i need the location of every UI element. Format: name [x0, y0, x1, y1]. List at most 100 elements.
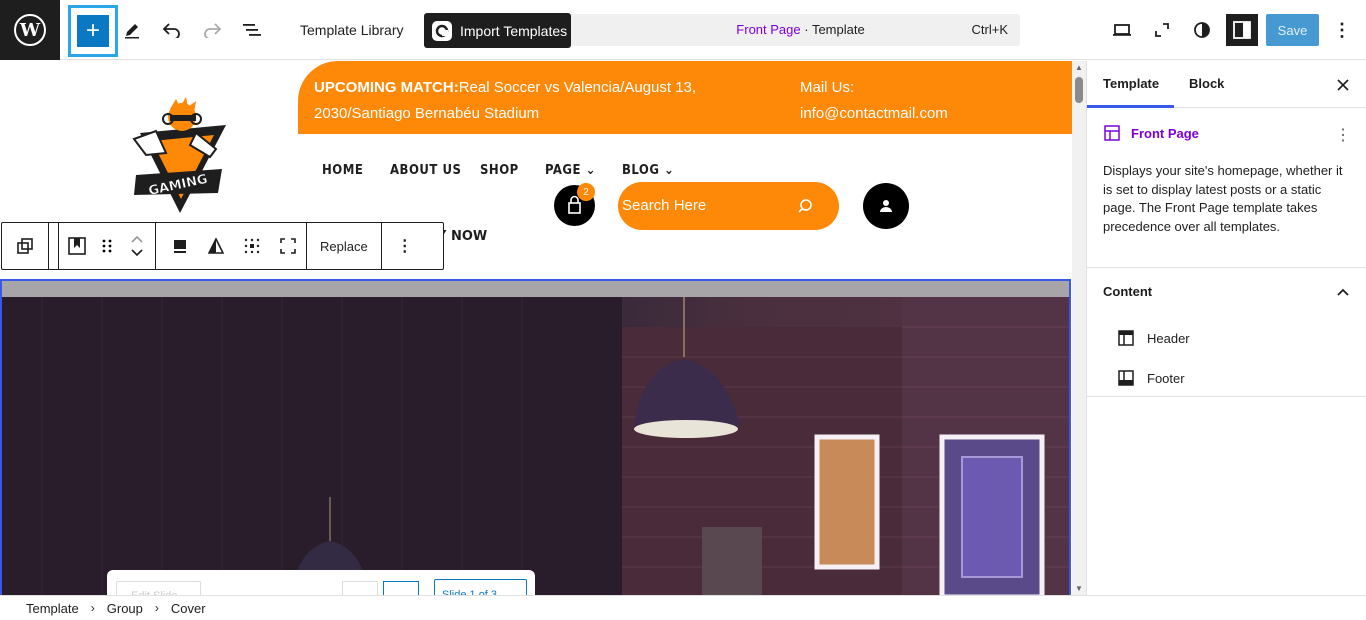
- duotone-icon[interactable]: [198, 223, 234, 269]
- nav-blog[interactable]: BLOG ⌄: [622, 163, 674, 178]
- import-logo-icon: [432, 20, 452, 41]
- nav-page-label: PAGE: [545, 163, 582, 178]
- mail-label: Mail Us:: [800, 79, 855, 96]
- editor-canvas[interactable]: UPCOMING MATCH:Real Soccer vs Valencia/A…: [0, 61, 1072, 595]
- block-toolbar-parent-group: [2, 223, 49, 269]
- sidebar-tabs: Template Block: [1087, 61, 1366, 108]
- document-type: Template: [811, 22, 865, 37]
- scroll-down-arrow-icon[interactable]: ▼: [1075, 584, 1083, 593]
- active-tab-indicator: [1087, 105, 1174, 108]
- next-slide-button[interactable]: [383, 581, 419, 595]
- nav-home[interactable]: HOME: [322, 163, 363, 178]
- svg-text:W: W: [19, 20, 41, 41]
- import-templates-label: Import Templates: [460, 22, 568, 39]
- nav-about-us[interactable]: ABOUT US: [390, 163, 461, 178]
- room-illustration: [2, 297, 1069, 595]
- slide-controls-bar: Edit Slide Slide 1 of 3: [107, 570, 535, 595]
- document-title: Front Page · Template: [571, 22, 1020, 37]
- search-placeholder: Search Here: [622, 197, 707, 214]
- user-icon: [880, 200, 892, 212]
- block-toolbar: Replace ⋮: [1, 222, 444, 270]
- command-palette-bar[interactable]: Front Page · Template Ctrl+K: [571, 14, 1020, 46]
- close-icon[interactable]: [1331, 73, 1355, 97]
- editor-top-bar: W + Template Library Import Templates Fr…: [0, 0, 1366, 60]
- nav-page[interactable]: PAGE ⌄: [545, 163, 596, 178]
- template-actions-icon[interactable]: ⋮: [1331, 123, 1355, 147]
- select-parent-icon[interactable]: [2, 223, 48, 269]
- nav-blog-label: BLOG: [622, 163, 660, 178]
- tab-block[interactable]: Block: [1189, 76, 1224, 91]
- fullscreen-icon[interactable]: [1150, 18, 1174, 42]
- styles-contrast-icon[interactable]: [1190, 18, 1214, 42]
- buy-now-link[interactable]: Y NOW: [437, 229, 487, 244]
- footer-template-part-icon: [1118, 370, 1134, 386]
- search-icon[interactable]: [797, 198, 813, 214]
- slide-counter[interactable]: Slide 1 of 3: [434, 579, 527, 595]
- tools-pencil-icon[interactable]: [120, 18, 144, 42]
- content-panel-heading[interactable]: Content: [1103, 284, 1152, 299]
- template-card-title: Front Page: [1103, 124, 1199, 142]
- settings-sidebar: Template Block Front Page ⋮ Displays you…: [1086, 61, 1366, 595]
- previous-slide-button[interactable]: [342, 581, 378, 595]
- wordpress-logo-icon[interactable]: W: [0, 0, 60, 60]
- breadcrumb-template[interactable]: Template: [26, 601, 79, 616]
- document-page-name: Front Page: [736, 22, 801, 37]
- nav-shop[interactable]: SHOP: [480, 163, 519, 178]
- document-overview-icon[interactable]: [240, 18, 264, 42]
- user-account-button[interactable]: [863, 183, 909, 229]
- divider: [1087, 267, 1366, 268]
- breadcrumb-cover[interactable]: Cover: [171, 601, 206, 616]
- sidebar-toggle-icon: [1233, 21, 1251, 39]
- import-templates-button[interactable]: Import Templates: [424, 13, 571, 48]
- template-name: Front Page: [1131, 125, 1199, 141]
- undo-icon[interactable]: [160, 18, 184, 42]
- options-menu-icon[interactable]: ⋮: [1330, 18, 1354, 42]
- tab-template[interactable]: Template: [1103, 76, 1159, 91]
- site-logo[interactable]: GAMING: [126, 97, 230, 217]
- align-content-icon[interactable]: [234, 223, 270, 269]
- cover-block[interactable]: [0, 279, 1071, 595]
- block-options-icon[interactable]: ⋮: [382, 223, 428, 269]
- chevron-down-icon: ⌄: [585, 163, 596, 178]
- chevron-right-icon: ›: [90, 601, 95, 615]
- move-up-down-icon[interactable]: [119, 223, 155, 269]
- mail-info: Mail Us: info@contactmail.com: [800, 75, 948, 127]
- overlay-color-icon[interactable]: [162, 223, 198, 269]
- layout-icon: [1104, 125, 1120, 141]
- desktop-preview-icon[interactable]: [1110, 18, 1134, 42]
- settings-panel-toggle-button[interactable]: [1226, 14, 1258, 46]
- template-description: Displays your site's homepage, whether i…: [1103, 163, 1343, 234]
- scrollbar-thumb[interactable]: [1075, 77, 1083, 103]
- keyboard-shortcut: Ctrl+K: [971, 22, 1008, 37]
- content-item-footer[interactable]: Footer: [1117, 369, 1185, 387]
- scroll-up-arrow-icon[interactable]: ▲: [1075, 63, 1083, 72]
- mail-address[interactable]: info@contactmail.com: [800, 101, 948, 127]
- chevron-down-icon: ⌄: [664, 163, 675, 178]
- save-button[interactable]: Save: [1266, 14, 1319, 46]
- add-block-button[interactable]: +: [68, 5, 118, 57]
- content-item-header[interactable]: Header: [1117, 329, 1190, 347]
- site-search-input[interactable]: Search Here: [618, 182, 839, 230]
- redo-icon[interactable]: [200, 18, 224, 42]
- document-title-separator: ·: [800, 22, 812, 37]
- full-height-icon[interactable]: [270, 223, 306, 269]
- plus-icon: +: [77, 15, 109, 47]
- block-toolbar-format-group: [156, 223, 307, 269]
- edit-slide-button[interactable]: Edit Slide: [116, 581, 201, 595]
- upcoming-match-label: UPCOMING MATCH:: [314, 79, 459, 96]
- top-info-banner: UPCOMING MATCH:Real Soccer vs Valencia/A…: [298, 61, 1072, 134]
- breadcrumb-group[interactable]: Group: [107, 601, 143, 616]
- template-library-link[interactable]: Template Library: [300, 22, 404, 38]
- divider: [1087, 396, 1366, 397]
- cover-block-icon[interactable]: [59, 223, 95, 269]
- cart-button[interactable]: 2: [554, 183, 595, 226]
- content-item-label: Header: [1147, 330, 1190, 346]
- chevron-up-icon[interactable]: [1331, 280, 1355, 304]
- block-toolbar-replace-group: Replace: [307, 223, 382, 269]
- drag-handle-icon[interactable]: [95, 223, 119, 269]
- replace-button[interactable]: Replace: [307, 223, 381, 269]
- toolbar-gap: [49, 223, 59, 269]
- canvas-scrollbar[interactable]: ▲ ▼: [1072, 61, 1086, 595]
- upcoming-match-text: UPCOMING MATCH:Real Soccer vs Valencia/A…: [314, 75, 734, 127]
- content-item-label: Footer: [1147, 370, 1185, 386]
